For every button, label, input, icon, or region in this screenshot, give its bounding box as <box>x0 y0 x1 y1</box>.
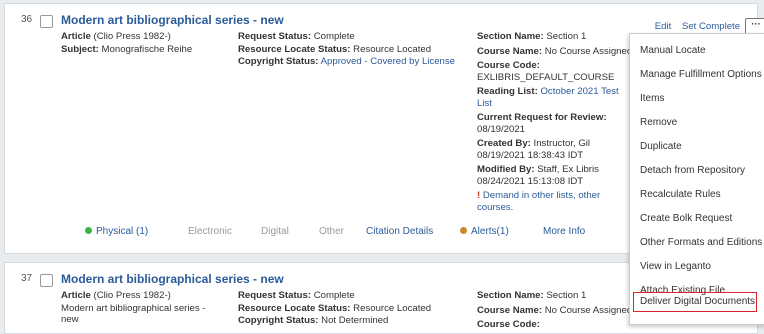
reading-list-label: Reading List: <box>477 86 538 97</box>
menu-item-deliver-digital[interactable]: Deliver Digital Documents <box>640 296 755 307</box>
course-column: Section Name: Section 1 Course Name: No … <box>477 290 632 334</box>
tab-more-info[interactable]: More Info <box>543 226 585 237</box>
copyright-value-link[interactable]: Approved - Covered by License <box>321 56 455 67</box>
subject-label: Subject: <box>61 43 99 55</box>
citation-info-column: Article (Clio Press 1982-) Subject: Mono… <box>61 31 226 56</box>
tab-other[interactable]: Other <box>319 226 344 237</box>
menu-item-duplicate[interactable]: Duplicate <box>640 141 682 152</box>
type-value: (Clio Press 1982-) <box>93 290 171 301</box>
request-status-label: Request Status: <box>238 290 312 301</box>
tab-digital[interactable]: Digital <box>261 226 289 237</box>
course-label: Course Name: <box>477 304 543 316</box>
resource-locate-label: Resource Locate Status: <box>238 43 351 55</box>
modified-by-label: Modified By: <box>477 164 535 175</box>
copyright-value: Not Determined <box>321 315 389 326</box>
copyright-label: Copyright Status: <box>238 315 319 326</box>
course-label: Course Name: <box>477 45 543 57</box>
resource-locate-value: Resource Located <box>353 302 432 314</box>
resource-locate-value: Resource Located <box>353 43 432 55</box>
tab-alerts[interactable]: Alerts(1) <box>460 226 509 237</box>
tab-alerts-label: Alerts(1) <box>471 226 509 237</box>
section-value: Section 1 <box>546 290 587 301</box>
citation-title[interactable]: Modern art bibliographical series - new <box>61 13 284 27</box>
menu-item-view-leganto[interactable]: View in Leganto <box>640 261 711 272</box>
course-code-label: Course Code: <box>477 60 540 71</box>
menu-item-other-formats[interactable]: Other Formats and Editions <box>640 237 762 248</box>
citation-title[interactable]: Modern art bibliographical series - new <box>61 272 284 286</box>
menu-item-remove[interactable]: Remove <box>640 117 677 128</box>
menu-item-manual-locate[interactable]: Manual Locate <box>640 45 706 56</box>
warning-icon: ! <box>477 190 481 201</box>
menu-item-manage-fulfillment[interactable]: Manage Fulfillment Options <box>640 69 762 80</box>
select-checkbox[interactable] <box>40 15 53 28</box>
review-value: 08/19/2021 <box>477 123 526 135</box>
copyright-label: Copyright Status: <box>238 56 319 67</box>
request-status-value: Complete <box>313 290 355 301</box>
type-label: Article <box>61 31 91 42</box>
available-dot-icon <box>85 227 92 234</box>
menu-item-items[interactable]: Items <box>640 93 664 104</box>
course-value: No Course Assigned <box>544 45 633 57</box>
request-status-value: Complete <box>313 31 355 42</box>
type-label: Article <box>61 290 91 301</box>
subject-value: Monografische Reihe <box>101 43 193 55</box>
tab-physical-label: Physical (1) <box>96 226 149 237</box>
created-by-label: Created By: <box>477 138 531 149</box>
citation-info-column: Article (Clio Press 1982-) Modern art bi… <box>61 290 226 327</box>
section-label: Section Name: <box>477 290 544 301</box>
type-value: (Clio Press 1982-) <box>93 31 171 42</box>
more-actions-menu: Manual Locate Manage Fulfillment Options… <box>629 33 764 325</box>
menu-item-recalculate-rules[interactable]: Recalculate Rules <box>640 189 721 200</box>
tab-electronic[interactable]: Electronic <box>188 226 232 237</box>
alert-dot-icon <box>460 227 467 234</box>
tab-citation-details[interactable]: Citation Details <box>366 226 433 237</box>
section-value: Section 1 <box>546 31 587 42</box>
review-label: Current Request for Review: <box>477 112 607 123</box>
resource-locate-label: Resource Locate Status: <box>238 302 351 314</box>
course-code-value: EXLIBRIS_DEFAULT_COURSE <box>477 71 615 83</box>
demand-link[interactable]: Demand in other lists, other courses. <box>477 190 600 213</box>
record-number: 36 <box>21 14 33 25</box>
course-code-label: Course Code: <box>477 319 540 330</box>
request-status-label: Request Status: <box>238 31 312 42</box>
menu-item-detach-repository[interactable]: Detach from Repository <box>640 165 745 176</box>
section-label: Section Name: <box>477 31 544 42</box>
select-checkbox[interactable] <box>40 274 53 287</box>
record-number: 37 <box>21 273 33 284</box>
series-subtitle: Modern art bibliographical series - new <box>61 302 206 326</box>
status-column: Request Status: Complete Resource Locate… <box>238 31 468 69</box>
menu-item-create-bulk-request[interactable]: Create Bolk Request <box>640 213 732 224</box>
tab-physical[interactable]: Physical (1) <box>85 226 148 237</box>
course-value: No Course Assigned <box>544 304 633 316</box>
course-column: Section Name: Section 1 Course Name: No … <box>477 31 632 216</box>
